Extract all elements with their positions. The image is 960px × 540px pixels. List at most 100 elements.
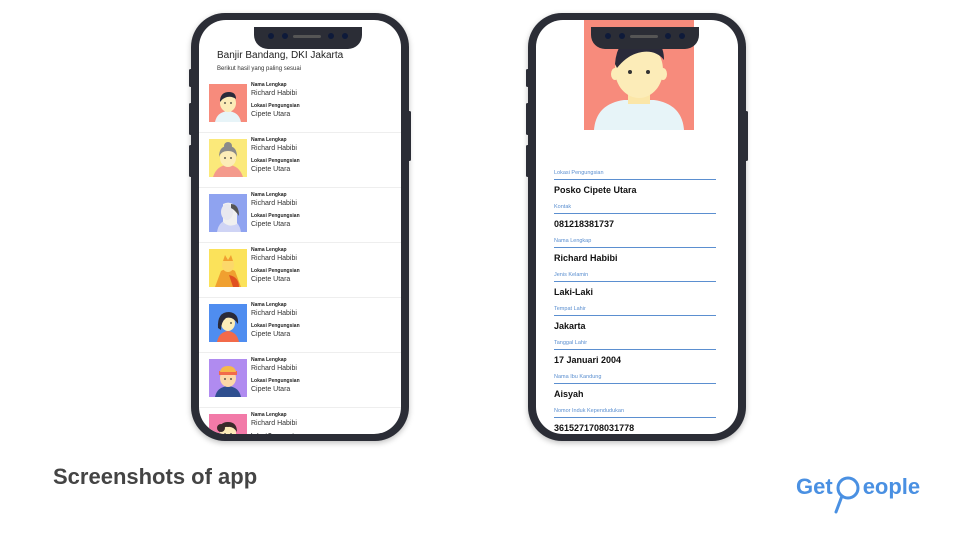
field-underline [554,417,716,418]
name-label: Nama Lengkap [251,137,287,143]
camera-icon [679,33,685,39]
field-underline [554,247,716,248]
detail-field: Lokasi Pengungsian Posko Cipete Utara [554,170,716,204]
field-label: Nama Ibu Kandung [554,374,602,380]
detail-fields: Lokasi Pengungsian Posko Cipete Utara Kont… [554,170,716,434]
person-avatar-icon [209,304,247,342]
field-value: 3615271708031778 [554,423,635,433]
location-value: Cipete Utara [251,166,291,173]
volume-down-button [189,145,192,177]
person-avatar-icon [209,194,247,232]
volume-down-button [526,145,529,177]
field-value: 17 Januari 2004 [554,355,622,365]
field-underline [554,349,716,350]
caption: Screenshots of app [53,464,258,489]
person-avatar-icon [209,249,247,287]
name-label: Nama Lengkap [251,412,287,418]
phone-right: Lokasi Pengungsian Posko Cipete Utara Kont… [526,13,748,441]
list-item[interactable]: Nama Lengkap Richard Habibi Lokasi Pengung… [199,188,401,243]
location-value: Cipete Utara [251,111,291,118]
avatar [209,84,247,122]
name-label: Nama Lengkap [251,302,287,308]
sensor-icon [328,33,334,39]
detail-field: Tanggal Lahir 17 Januari 2004 [554,340,716,374]
field-value: Laki-Laki [554,287,594,297]
camera-icon [282,33,288,39]
logo-text-get: Get [796,474,833,499]
field-value: Jakarta [554,321,586,331]
page-title: Banjir Bandang, DKI Jakarta [217,50,344,61]
sensor-icon [268,33,274,39]
list-item[interactable]: Nama Lengkap Richard Habibi Lokasi Pengung… [199,78,401,133]
field-label: Jenis Kelamin [554,272,589,278]
field-underline [554,179,716,180]
volume-up-button [189,103,192,135]
camera-icon [342,33,348,39]
person-avatar-icon [209,414,247,434]
name-label: Nama Lengkap [251,247,287,253]
magnifier-icon [834,476,860,514]
sensor-icon [665,33,671,39]
location-value: Cipete Utara [251,276,291,283]
location-value: Cipete Utara [251,386,291,393]
page-subtitle: Berikut hasil yang paling sesuai [217,66,302,72]
detail-field: Nomor Induk Kependudukan 3615271708031778 [554,408,716,434]
avatar [209,304,247,342]
list-item[interactable]: Nama Lengkap Richard Habibi Lokasi Pengung… [199,133,401,188]
list-item[interactable]: Nama Lengkap Richard Habibi Lokasi Pengung… [199,353,401,408]
person-avatar-icon [209,139,247,177]
phone-left: Banjir Bandang, DKI Jakarta Berikut hasi… [189,13,411,441]
name-value: Richard Habibi [251,90,297,97]
field-label: Tempat Lahir [554,306,586,312]
sensor-icon [605,33,611,39]
location-label: Lokasi Pengungsian [251,158,300,164]
mute-switch [189,69,192,87]
power-button [408,111,411,161]
location-label: Lokasi Pengungsian [251,323,300,329]
person-avatar-icon [209,84,247,122]
speaker-icon [630,35,658,38]
detail-field: Tempat Lahir Jakarta [554,306,716,340]
avatar [209,194,247,232]
detail-field: Jenis Kelamin Laki-Laki [554,272,716,306]
camera-icon [619,33,625,39]
field-label: Nomor Induk Kependudukan [554,408,625,414]
results-list: Nama Lengkap Richard Habibi Lokasi Pengung… [199,78,401,434]
notch [591,27,699,49]
power-button [745,111,748,161]
name-value: Richard Habibi [251,310,297,317]
location-label: Lokasi Pengungsian [251,433,300,434]
location-label: Lokasi Pengungsian [251,378,300,384]
avatar [209,414,247,434]
field-label: Tanggal Lahir [554,340,588,346]
phone-right-screen: Lokasi Pengungsian Posko Cipete Utara Kont… [536,20,738,434]
name-label: Nama Lengkap [251,82,287,88]
field-value: 081218381737 [554,219,615,229]
field-value: Posko Cipete Utara [554,185,637,195]
location-value: Cipete Utara [251,331,291,338]
name-value: Richard Habibi [251,255,297,262]
detail-field: Nama Ibu Kandung Aisyah [554,374,716,408]
location-label: Lokasi Pengungsian [251,213,300,219]
field-value: Richard Habibi [554,253,618,263]
location-label: Lokasi Pengungsian [251,103,300,109]
list-item[interactable]: Nama Lengkap Richard Habibi Lokasi Pengung… [199,408,401,434]
location-label: Lokasi Pengungsian [251,268,300,274]
field-label: Kontak [554,204,572,210]
avatar [209,139,247,177]
field-label: Nama Lengkap [554,238,592,244]
getpeople-logo: Get eople [796,474,920,516]
logo-text-eople: eople [862,474,921,499]
list-item[interactable]: Nama Lengkap Richard Habibi Lokasi Pengung… [199,298,401,353]
name-value: Richard Habibi [251,365,297,372]
avatar [209,359,247,397]
name-value: Richard Habibi [251,420,297,427]
speaker-icon [293,35,321,38]
name-label: Nama Lengkap [251,357,287,363]
list-item[interactable]: Nama Lengkap Richard Habibi Lokasi Pengung… [199,243,401,298]
name-label: Nama Lengkap [251,192,287,198]
field-underline [554,315,716,316]
field-value: Aisyah [554,389,584,399]
field-underline [554,383,716,384]
detail-field: Kontak 081218381737 [554,204,716,238]
